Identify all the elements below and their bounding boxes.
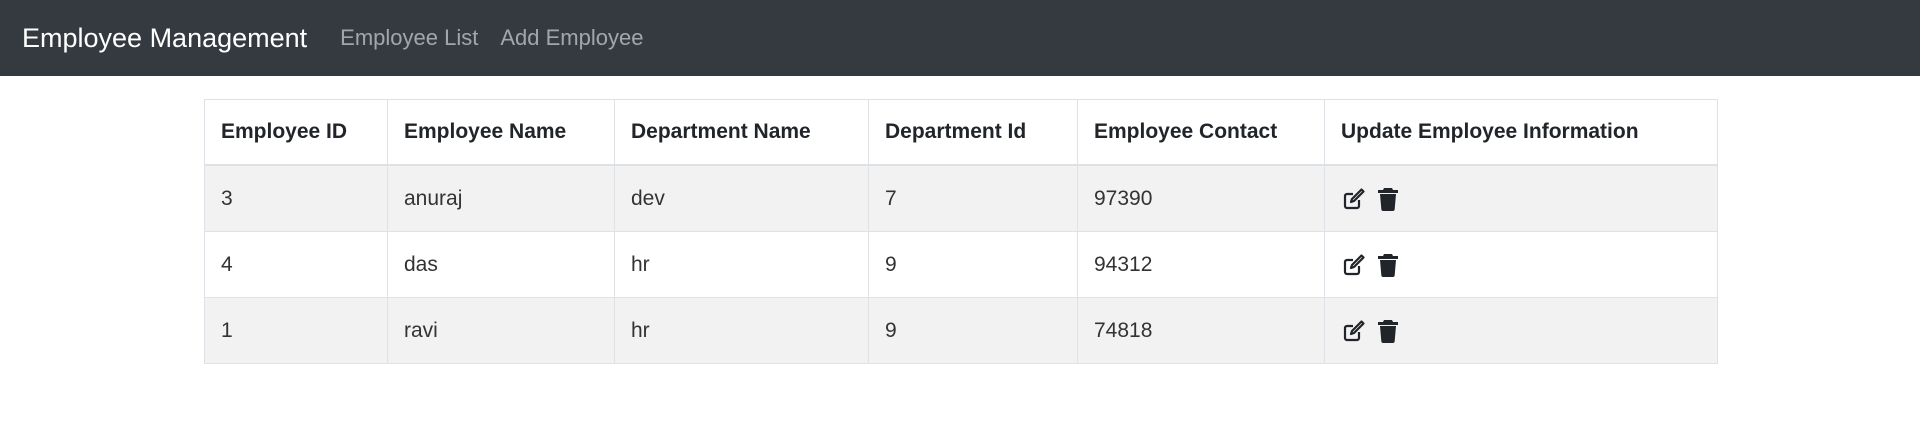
brand-link[interactable]: Employee Management — [22, 23, 307, 54]
header-employee-name: Employee Name — [387, 99, 615, 166]
cell-employee-id: 1 — [204, 297, 388, 364]
edit-icon[interactable] — [1341, 252, 1367, 278]
cell-actions — [1324, 164, 1718, 232]
employee-table: Employee ID Employee Name Department Nam… — [204, 99, 1718, 364]
employee-table-container: Employee ID Employee Name Department Nam… — [204, 99, 1718, 364]
table-row: 4 das hr 9 94312 — [204, 231, 1718, 298]
cell-department-id: 7 — [868, 164, 1078, 232]
cell-employee-contact: 74818 — [1077, 297, 1325, 364]
table-header-row: Employee ID Employee Name Department Nam… — [204, 99, 1718, 166]
cell-department-id: 9 — [868, 231, 1078, 298]
cell-employee-name: anuraj — [387, 164, 615, 232]
trash-icon[interactable] — [1375, 186, 1401, 212]
edit-icon[interactable] — [1341, 186, 1367, 212]
cell-employee-name: das — [387, 231, 615, 298]
header-update-info: Update Employee Information — [1324, 99, 1718, 166]
table-row: 3 anuraj dev 7 97390 — [204, 164, 1718, 232]
cell-department-name: dev — [614, 164, 869, 232]
cell-employee-contact: 97390 — [1077, 164, 1325, 232]
cell-department-name: hr — [614, 231, 869, 298]
header-employee-contact: Employee Contact — [1077, 99, 1325, 166]
header-employee-id: Employee ID — [204, 99, 388, 166]
cell-employee-name: ravi — [387, 297, 615, 364]
cell-actions — [1324, 231, 1718, 298]
cell-employee-id: 4 — [204, 231, 388, 298]
cell-employee-id: 3 — [204, 164, 388, 232]
cell-department-id: 9 — [868, 297, 1078, 364]
cell-department-name: hr — [614, 297, 869, 364]
nav-link-add-employee[interactable]: Add Employee — [500, 25, 643, 51]
trash-icon[interactable] — [1375, 252, 1401, 278]
header-department-name: Department Name — [614, 99, 869, 166]
top-navbar: Employee Management Employee List Add Em… — [0, 0, 1920, 76]
header-department-id: Department Id — [868, 99, 1078, 166]
cell-employee-contact: 94312 — [1077, 231, 1325, 298]
trash-icon[interactable] — [1375, 318, 1401, 344]
nav-link-employee-list[interactable]: Employee List — [340, 25, 478, 51]
edit-icon[interactable] — [1341, 318, 1367, 344]
table-row: 1 ravi hr 9 74818 — [204, 297, 1718, 364]
cell-actions — [1324, 297, 1718, 364]
